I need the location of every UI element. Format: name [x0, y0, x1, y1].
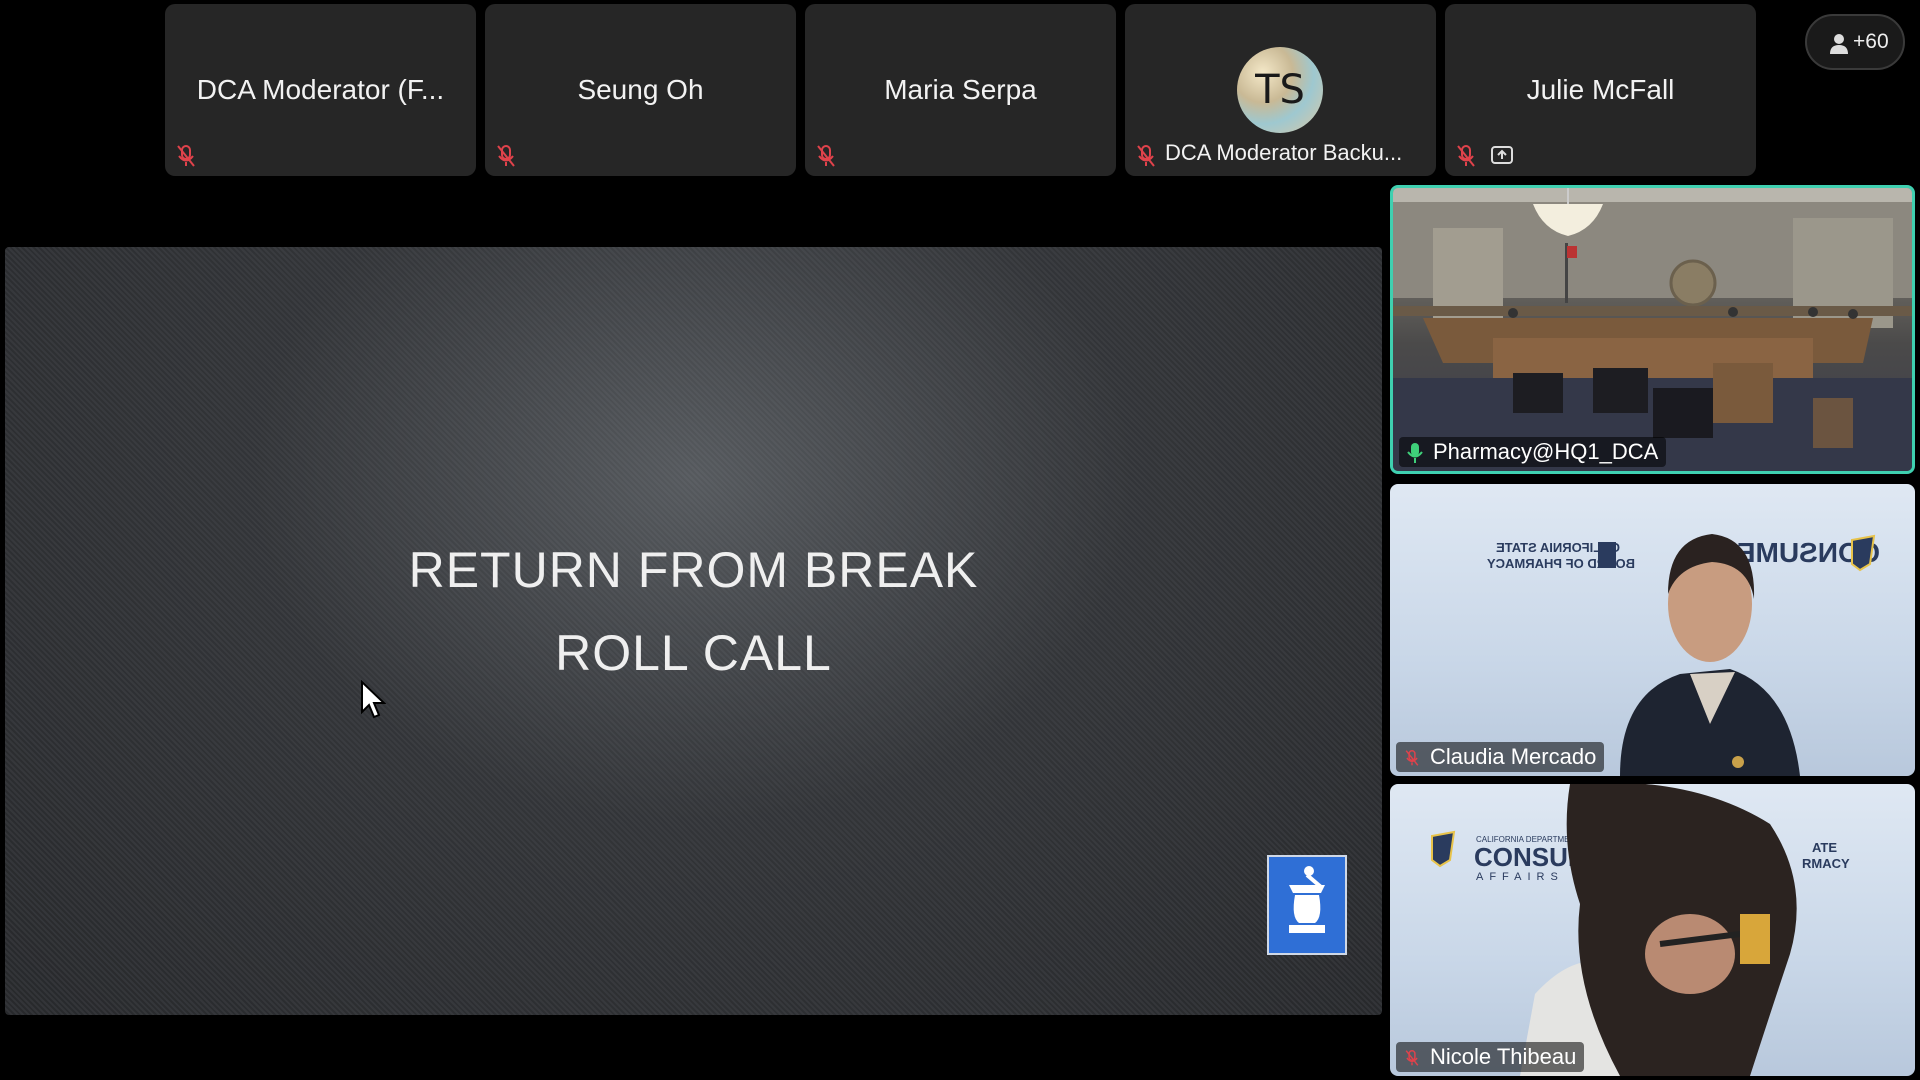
participant-name: Seung Oh: [577, 74, 704, 105]
backdrop-text: RMACY: [1802, 856, 1850, 871]
video-name: Pharmacy@HQ1_DCA: [1433, 439, 1659, 464]
slide-subtitle: ROLL CALL: [555, 625, 832, 681]
participant-tile[interactable]: Julie McFall: [1445, 4, 1756, 176]
muted-mic-icon: [1137, 145, 1155, 167]
muted-mic-icon: [1457, 145, 1475, 167]
person-icon: [1830, 34, 1848, 54]
participant-tile[interactable]: DCA Moderator (F...: [165, 4, 476, 176]
muted-mic-icon: [817, 145, 835, 167]
muted-mic-icon: [177, 145, 195, 167]
backdrop-text: ATE: [1812, 840, 1837, 855]
participant-name: DCA Moderator (F...: [196, 74, 445, 105]
participant-tile[interactable]: Maria Serpa: [805, 4, 1116, 176]
muted-mic-icon: [1405, 1050, 1419, 1066]
participant-overflow-count: +60: [1853, 30, 1889, 53]
participant-video-feed: CALIFORNIA DEPARTMENT OF CONSUMER AFFAIR…: [1431, 784, 1850, 1076]
muted-mic-icon: [1405, 749, 1419, 766]
screen-share-icon: [1491, 146, 1513, 164]
backdrop-text: AFFAIRS: [1476, 871, 1564, 883]
video-name-label: Nicole Thibeau: [1396, 1042, 1585, 1072]
microphone-on-icon: [1407, 443, 1423, 463]
video-tile-nicole-thibeau[interactable]: CALIFORNIA DEPARTMENT OF CONSUMER AFFAIR…: [1390, 784, 1915, 1076]
video-name-label: Claudia Mercado: [1396, 742, 1605, 772]
room-video-feed: [1393, 188, 1912, 471]
video-name-label: Pharmacy@HQ1_DCA: [1399, 437, 1667, 467]
video-tile-claudia-mercado[interactable]: CALIFORNIA STATE BOARD OF PHARMACY CONSU…: [1390, 484, 1915, 776]
participant-tile[interactable]: TS DCA Moderator Backu...: [1125, 4, 1436, 176]
participant-name: Julie McFall: [1526, 74, 1675, 105]
board-of-pharmacy-logo: [1267, 855, 1347, 955]
shared-content-stage[interactable]: RETURN FROM BREAK ROLL CALL: [5, 247, 1382, 1015]
participant-name: DCA Moderator Backu...: [1165, 140, 1403, 165]
participant-video-feed: CALIFORNIA STATE BOARD OF PHARMACY CONSU…: [1487, 534, 1880, 776]
participant-name: Maria Serpa: [884, 74, 1037, 105]
participant-overflow-button[interactable]: +60: [1805, 14, 1905, 70]
participant-tile[interactable]: Seung Oh: [485, 4, 796, 176]
mouse-cursor-icon: [361, 680, 386, 719]
video-tile-pharmacy-room[interactable]: Pharmacy@HQ1_DCA: [1390, 185, 1915, 474]
video-name: Nicole Thibeau: [1430, 1044, 1577, 1069]
muted-mic-icon: [497, 145, 515, 167]
video-name: Claudia Mercado: [1430, 744, 1597, 769]
avatar: TS: [1237, 47, 1323, 133]
participant-strip: DCA Moderator (F... Seung Oh Maria Serpa…: [165, 4, 1757, 176]
slide-title: RETURN FROM BREAK: [408, 542, 979, 598]
